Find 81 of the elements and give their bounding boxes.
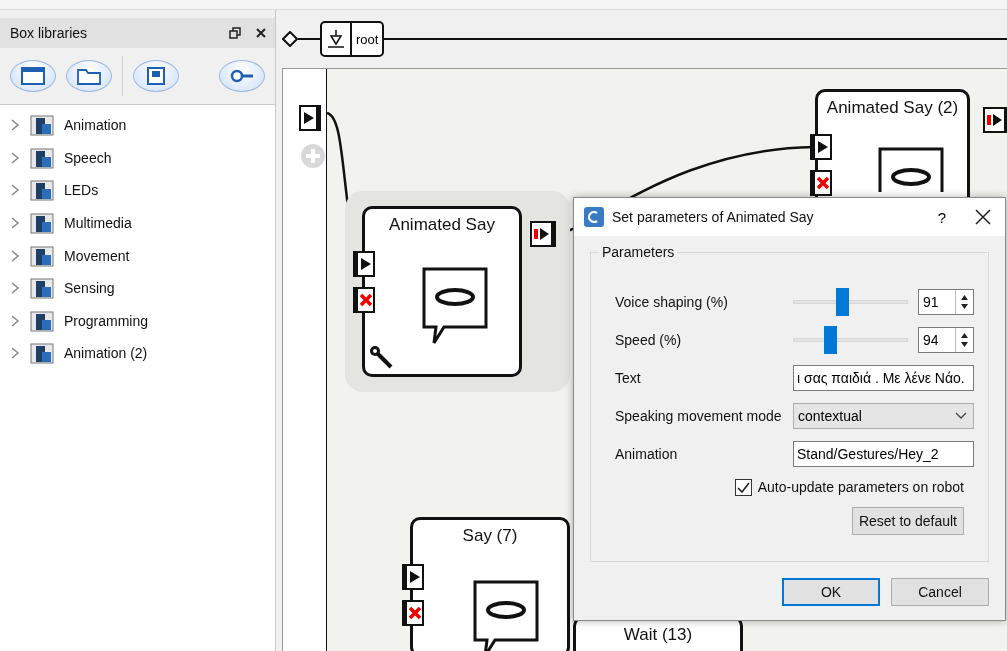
search-button[interactable]	[219, 60, 265, 92]
checkbox-label[interactable]: Auto-update parameters on robot	[757, 479, 964, 495]
library-item[interactable]: Animation	[0, 109, 275, 142]
library-item[interactable]: LEDs	[0, 174, 275, 207]
slider[interactable]	[793, 326, 908, 354]
slider[interactable]	[793, 288, 908, 316]
slider-thumb[interactable]	[823, 326, 837, 354]
group-title: Parameters	[599, 244, 678, 260]
play-icon	[359, 257, 372, 271]
library-icon	[30, 342, 54, 365]
mode-dropdown[interactable]: contextual	[793, 403, 974, 429]
output-icon	[533, 227, 550, 241]
slider-thumb[interactable]	[835, 288, 849, 316]
window-icon	[21, 67, 45, 85]
play-icon	[408, 570, 421, 584]
checkbox[interactable]	[734, 478, 752, 496]
filter-button[interactable]	[133, 60, 179, 92]
spin-box[interactable]: 91	[918, 289, 974, 315]
parameter-label: Voice shaping (%)	[615, 294, 729, 310]
output-port[interactable]	[983, 107, 1007, 133]
library-item[interactable]: Programming	[0, 304, 275, 338]
library-item[interactable]: Movement	[0, 239, 275, 272]
text-field[interactable]: Stand/Gestures/Hey_2	[793, 441, 974, 467]
stop-port[interactable]	[402, 600, 424, 626]
app-icon	[584, 207, 604, 227]
dialog-button[interactable]: Cancel	[891, 578, 989, 606]
stop-icon	[815, 176, 830, 190]
library-icon	[30, 114, 54, 137]
root-breadcrumb[interactable]: root	[320, 21, 385, 57]
stop-icon	[358, 293, 373, 307]
library-icon	[30, 244, 54, 267]
input-port[interactable]	[299, 105, 321, 131]
folder-icon	[77, 67, 101, 85]
stop-port[interactable]	[353, 287, 375, 313]
input-port[interactable]	[353, 251, 375, 277]
window-button[interactable]	[10, 60, 56, 92]
spin-arrows-icon[interactable]	[960, 294, 969, 310]
search-icon	[229, 68, 255, 84]
close-icon[interactable]	[975, 209, 991, 225]
library-icon	[30, 277, 54, 300]
stop-icon	[407, 606, 422, 620]
play-icon	[302, 111, 315, 125]
library-icon	[30, 146, 54, 169]
parameter-label: Speed (%)	[615, 332, 683, 348]
output-icon	[986, 113, 1003, 127]
panel-title: Box libraries	[10, 25, 89, 41]
play-icon	[816, 140, 829, 154]
speech-bubble-icon	[473, 580, 539, 651]
parameter-label: Text	[615, 370, 642, 386]
ground-icon	[326, 29, 346, 49]
stop-port[interactable]	[810, 170, 832, 196]
library-item[interactable]: Speech	[0, 141, 275, 175]
input-port[interactable]	[810, 134, 832, 160]
text-field[interactable]: ι σας παιδιά . Με λένε Νάο.	[793, 365, 974, 391]
input-port[interactable]	[402, 564, 424, 590]
diagram-box[interactable]: Animated Say	[362, 206, 522, 377]
check-icon	[736, 481, 750, 493]
library-icon	[30, 179, 54, 202]
dialog-button[interactable]: OK	[782, 578, 880, 606]
help-button[interactable]: ?	[927, 208, 957, 226]
dialog-title: Set parameters of Animated Say	[612, 209, 815, 225]
spin-box[interactable]: 94	[918, 327, 974, 353]
library-icon	[30, 212, 54, 235]
parameter-label: Animation	[615, 446, 679, 462]
reset-button[interactable]: Reset to default	[851, 507, 964, 535]
parameter-label: Speaking movement mode	[615, 408, 783, 424]
library-item[interactable]: Sensing	[0, 271, 275, 305]
float-icon[interactable]	[229, 27, 241, 39]
close-icon[interactable]	[255, 27, 267, 39]
folder-button[interactable]	[66, 60, 112, 92]
wrench-icon[interactable]	[369, 345, 395, 371]
spin-arrows-icon[interactable]	[960, 332, 969, 348]
square-icon	[146, 66, 166, 86]
library-icon	[30, 309, 54, 332]
chevron-down-icon	[955, 412, 967, 420]
library-item[interactable]: Multimedia	[0, 206, 275, 240]
diagram-box[interactable]: Say (7)	[410, 517, 570, 651]
speech-bubble-icon	[422, 267, 488, 345]
output-port[interactable]	[530, 221, 556, 247]
library-item[interactable]: Animation (2)	[0, 337, 275, 370]
speech-bubble-icon	[878, 147, 944, 192]
